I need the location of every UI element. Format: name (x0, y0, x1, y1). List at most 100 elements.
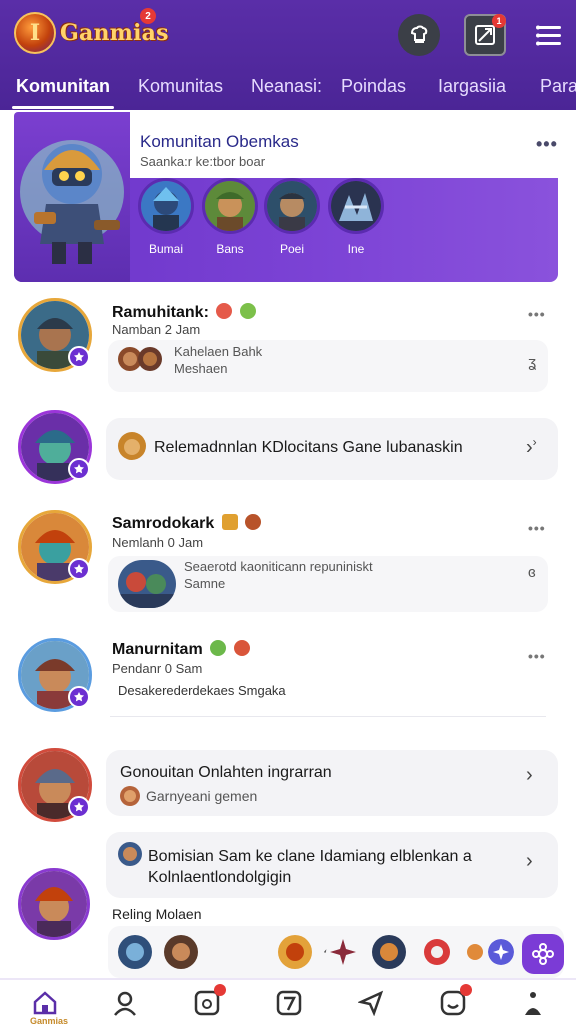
post-text: Kahelaen Bahk Meshaen (174, 343, 262, 377)
app-name: Ganmias (60, 20, 169, 46)
verified-badge-icon (68, 686, 90, 708)
compose-fab-icon[interactable] (522, 934, 564, 974)
member-item[interactable]: Bans (202, 178, 258, 256)
flower-emoji-icon (245, 514, 262, 530)
chevron-right-icon[interactable]: ›› (526, 435, 537, 460)
member-item[interactable]: Ine (328, 178, 384, 256)
user-avatar[interactable] (18, 868, 90, 940)
more-icon[interactable] (518, 988, 548, 1018)
member-avatar (328, 178, 384, 234)
chat-icon[interactable] (438, 984, 472, 1018)
home-caption: Ganmias (30, 1016, 69, 1024)
post-content[interactable]: Seaerotd kaoniticann repuniniskt Samne ɞ (108, 556, 548, 612)
nav-badge (214, 984, 226, 996)
member-item[interactable]: Poei (264, 178, 320, 256)
notification-badge: 1 (492, 14, 506, 28)
online-members-row: 45n (108, 926, 564, 978)
suggestion-text: Relemadnnlan KDlocitans Gane lubanaskin (154, 439, 463, 456)
post-author: Samrodokark (112, 514, 262, 533)
member-label: Bumai (148, 242, 183, 256)
trophy-emoji-icon (221, 514, 238, 530)
community-icon (120, 786, 140, 806)
flower-emoji-icon (233, 640, 250, 656)
online-avatar[interactable] (488, 939, 514, 965)
feed-divider (110, 716, 546, 717)
reaction-avatar (138, 347, 162, 371)
member-label: Poei (279, 242, 305, 256)
featured-title: Komunitan Obemkas (140, 132, 299, 151)
online-avatar[interactable] (372, 935, 406, 969)
member-avatar (138, 178, 194, 234)
member-label: Bans (216, 242, 244, 256)
community-icon (118, 432, 146, 460)
verified-badge-icon (68, 346, 90, 368)
member-avatar (202, 178, 258, 234)
card-icon[interactable] (274, 988, 304, 1018)
featured-subtitle: Saanka:r ke:tbor boar (140, 154, 266, 169)
member-item[interactable]: Bumai (138, 178, 194, 256)
post-timestamp: Nemlanh 0 Jam (112, 535, 204, 550)
post-side-glyph: ʓ (528, 354, 537, 371)
community-suggestion-card[interactable]: Bomisian Sam ke clane Idamiang elblenkan… (106, 832, 558, 898)
brand-badge: 2 (140, 8, 156, 24)
app-header: I Ganmias 2 1 Komunitan Komunitas Neanas… (0, 0, 576, 110)
post-text-line: Meshaen (174, 361, 228, 376)
suggestion-title: Gonouitan Onlahten ingrarran (120, 764, 332, 781)
angry-emoji-icon (216, 303, 233, 319)
chevron-right-icon[interactable]: › (526, 764, 533, 787)
post-content[interactable]: Kahelaen Bahk Meshaen ʓ (108, 340, 548, 392)
online-avatar[interactable] (420, 935, 454, 969)
post-author-name: Manurnitam (112, 641, 203, 658)
post-text-line: Kahelaen Bahk (174, 344, 263, 359)
active-tab-indicator (12, 106, 114, 109)
online-avatar[interactable] (326, 935, 360, 969)
post-side-glyph: ɞ (528, 564, 536, 581)
online-avatar[interactable] (118, 935, 152, 969)
post-text: Seaerotd kaoniticann repuniniskt Samne (184, 558, 373, 592)
verified-badge-icon (68, 558, 90, 580)
post-text-line: Seaerotd kaoniticann repuniniskt (184, 559, 373, 574)
chef-hat-icon[interactable] (398, 14, 440, 56)
notification-icon[interactable] (192, 984, 226, 1018)
member-avatar (264, 178, 320, 234)
featured-hero-image (14, 112, 130, 282)
post-author-name: Ramuhitank: (112, 304, 209, 321)
home-icon[interactable] (30, 988, 60, 1018)
suggestion-text: Bomisian Sam ke clane Idamiang elblenkan… (148, 848, 472, 886)
game-card-icon[interactable]: 1 (464, 14, 506, 56)
menu-icon[interactable] (528, 14, 570, 56)
tab-para[interactable]: Para (540, 76, 576, 97)
bottom-navigation (0, 978, 576, 1024)
more-options-icon[interactable]: ••• (536, 134, 558, 155)
post-author: Ramuhitank: (112, 303, 256, 322)
online-avatar[interactable] (464, 941, 486, 963)
post-author: Manurnitam (112, 640, 250, 659)
leaf-emoji-icon (210, 640, 227, 656)
nav-badge (460, 984, 472, 996)
brand-logo-icon: I (14, 12, 56, 54)
community-icon (118, 842, 142, 866)
community-suggestion-card[interactable]: Gonouitan Onlahten ingrarran Garnyeani g… (106, 750, 558, 816)
verified-badge-icon (68, 458, 90, 480)
more-options-icon[interactable]: ••• (528, 520, 546, 536)
tab-komunitas[interactable]: Komunitas (138, 76, 223, 97)
more-options-icon[interactable]: ••• (528, 306, 546, 322)
tab-komunitan[interactable]: Komunitan (16, 76, 110, 97)
post-timestamp: Namban 2 Jam (112, 322, 201, 337)
post-author-name: Samrodokark (112, 515, 215, 532)
post-timestamp: Pendanr 0 Sam (112, 661, 203, 676)
more-options-icon[interactable]: ••• (528, 648, 546, 664)
navigate-icon[interactable] (356, 988, 386, 1018)
tab-poindas[interactable]: Poindas (341, 76, 406, 97)
featured-community-card[interactable]: Komunitan Obemkas Saanka:r ke:tbor boar … (14, 112, 558, 282)
post-thumbnail (118, 560, 176, 608)
profile-icon[interactable] (110, 988, 140, 1018)
online-avatar[interactable] (164, 935, 198, 969)
tab-iargasiia[interactable]: Iargasiia (438, 76, 506, 97)
leaf-emoji-icon (239, 303, 256, 319)
community-suggestion-card[interactable]: Relemadnnlan KDlocitans Gane lubanaskin … (106, 418, 558, 480)
online-avatar[interactable] (278, 935, 312, 969)
tab-bar: Komunitan Komunitas Neanasi: Poindas Iar… (0, 66, 576, 110)
chevron-right-icon[interactable]: › (526, 850, 533, 873)
tab-neanasi[interactable]: Neanasi: (251, 76, 322, 97)
